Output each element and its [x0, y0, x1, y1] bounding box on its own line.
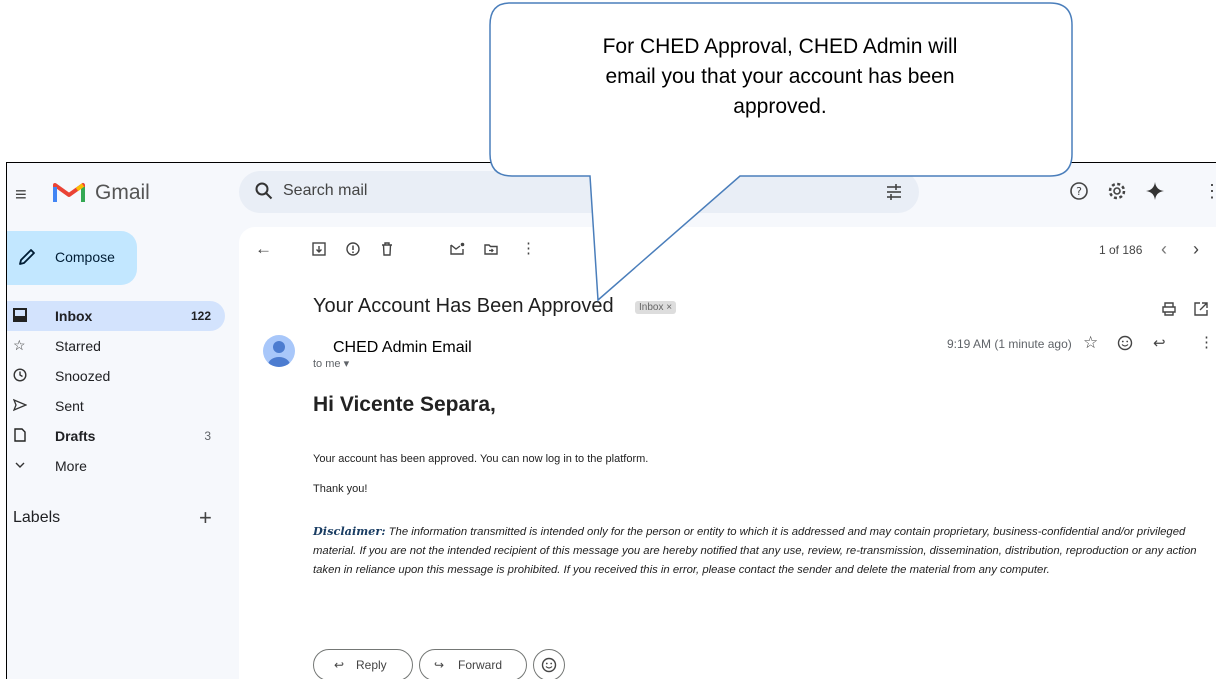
- search-input[interactable]: Search mail: [283, 182, 367, 200]
- report-spam-icon[interactable]: [345, 241, 361, 257]
- sidebar-item-label: Starred: [55, 338, 101, 354]
- sidebar-item-more[interactable]: More: [7, 451, 225, 481]
- search-bar[interactable]: Search mail: [239, 171, 919, 213]
- sidebar-item-starred[interactable]: ☆ Starred: [7, 331, 225, 361]
- move-to-icon[interactable]: [483, 241, 499, 257]
- send-icon: [13, 398, 27, 412]
- forward-label: Forward: [458, 658, 503, 672]
- sender-avatar[interactable]: [263, 335, 295, 367]
- help-icon[interactable]: ?: [1069, 181, 1089, 201]
- callout-line: email you that your account has been: [605, 65, 955, 88]
- sidebar-item-sent[interactable]: Sent: [7, 391, 225, 421]
- apps-more-icon[interactable]: ⋮: [1203, 181, 1216, 202]
- pagination-text: 1 of 186: [1099, 243, 1143, 257]
- reply-label: Reply: [356, 658, 387, 672]
- emoji-button[interactable]: [533, 649, 565, 679]
- sidebar-item-label: Drafts: [55, 428, 96, 444]
- message-pane: ← ⋮ 1 of 186 ‹ › Your Account Has Been A…: [239, 227, 1216, 679]
- delete-icon[interactable]: [379, 241, 395, 257]
- menu-icon[interactable]: ≡: [15, 185, 35, 205]
- search-icon[interactable]: [255, 182, 273, 200]
- gmail-wordmark: Gmail: [95, 181, 150, 204]
- svg-text:?: ?: [1076, 185, 1082, 198]
- email-timestamp: 9:19 AM (1 minute ago): [947, 337, 1072, 351]
- sidebar-item-label: More: [55, 458, 87, 474]
- sidebar-item-label: Inbox: [55, 308, 93, 324]
- back-arrow-icon[interactable]: ←: [255, 239, 272, 259]
- clock-icon: [13, 368, 27, 382]
- chevron-left-icon[interactable]: ‹: [1161, 239, 1167, 260]
- inbox-icon: [13, 308, 27, 322]
- callout-line: approved.: [733, 95, 827, 118]
- recipient-details[interactable]: to me ▾: [313, 357, 349, 370]
- smiley-icon: [541, 657, 557, 673]
- callout-line: For CHED Approval, CHED Admin will: [602, 35, 958, 58]
- email-disclaimer: Disclaimer: The information transmitted …: [313, 522, 1213, 580]
- top-bar: ≡ Gmail Search mail ?: [7, 163, 1216, 227]
- draft-count: 3: [204, 429, 211, 443]
- email-greeting: Hi Vicente Separa,: [313, 393, 496, 416]
- labels-heading: Labels: [13, 509, 61, 526]
- open-new-window-icon[interactable]: [1193, 301, 1209, 317]
- sidebar-item-drafts[interactable]: Drafts 3: [7, 421, 225, 451]
- search-options-icon[interactable]: [885, 183, 903, 201]
- reply-button[interactable]: ↩ Reply: [313, 649, 413, 679]
- inbox-label-chip[interactable]: Inbox ×: [635, 301, 677, 314]
- sidebar-item-label: Snoozed: [55, 368, 111, 384]
- archive-icon[interactable]: [311, 241, 327, 257]
- print-icon[interactable]: [1161, 301, 1177, 317]
- more-actions-icon[interactable]: ⋮: [521, 239, 536, 257]
- chevron-down-icon: [15, 462, 25, 468]
- sidebar-item-snoozed[interactable]: Snoozed: [7, 361, 225, 391]
- email-thanks: Thank you!: [313, 483, 368, 495]
- disclaimer-label: Disclaimer:: [313, 524, 386, 538]
- compose-label: Compose: [55, 249, 115, 265]
- gemini-sparkle-icon[interactable]: [1145, 181, 1165, 201]
- reply-icon: ↩: [334, 658, 345, 672]
- reply-icon[interactable]: ↩: [1153, 334, 1166, 352]
- star-icon[interactable]: ☆: [1083, 333, 1098, 353]
- mark-unread-icon[interactable]: [449, 241, 465, 257]
- sidebar-item-label: Sent: [55, 398, 84, 414]
- message-more-icon[interactable]: ⋮: [1199, 333, 1214, 351]
- sidebar-item-inbox[interactable]: Inbox 122: [7, 301, 225, 331]
- disclaimer-text: The information transmitted is intended …: [313, 526, 1197, 576]
- email-subject: Your Account Has Been Approved: [313, 295, 614, 317]
- forward-icon: ↪: [434, 658, 445, 672]
- sidebar-nav: Inbox 122 ☆ Starred Snoozed Sent Drafts …: [7, 301, 225, 481]
- gmail-window: ≡ Gmail Search mail ? Compose Inbox 122 …: [6, 162, 1216, 679]
- star-icon: ☆: [13, 337, 26, 353]
- sender-name[interactable]: CHED Admin Email: [333, 339, 472, 357]
- settings-gear-icon[interactable]: [1107, 181, 1127, 201]
- chevron-right-icon[interactable]: ›: [1193, 239, 1199, 260]
- pencil-icon: [19, 249, 35, 265]
- gmail-logo-icon[interactable]: [53, 180, 85, 204]
- person-icon: [268, 341, 290, 367]
- compose-button[interactable]: Compose: [7, 231, 137, 285]
- unread-count: 122: [190, 309, 211, 323]
- draft-icon: [14, 428, 26, 442]
- forward-button[interactable]: ↪ Forward: [419, 649, 527, 679]
- add-label-icon[interactable]: +: [199, 505, 212, 531]
- email-body-text: Your account has been approved. You can …: [313, 453, 649, 465]
- emoji-react-icon[interactable]: [1117, 335, 1133, 351]
- callout-text: For CHED Approval, CHED Admin will email…: [520, 32, 1040, 122]
